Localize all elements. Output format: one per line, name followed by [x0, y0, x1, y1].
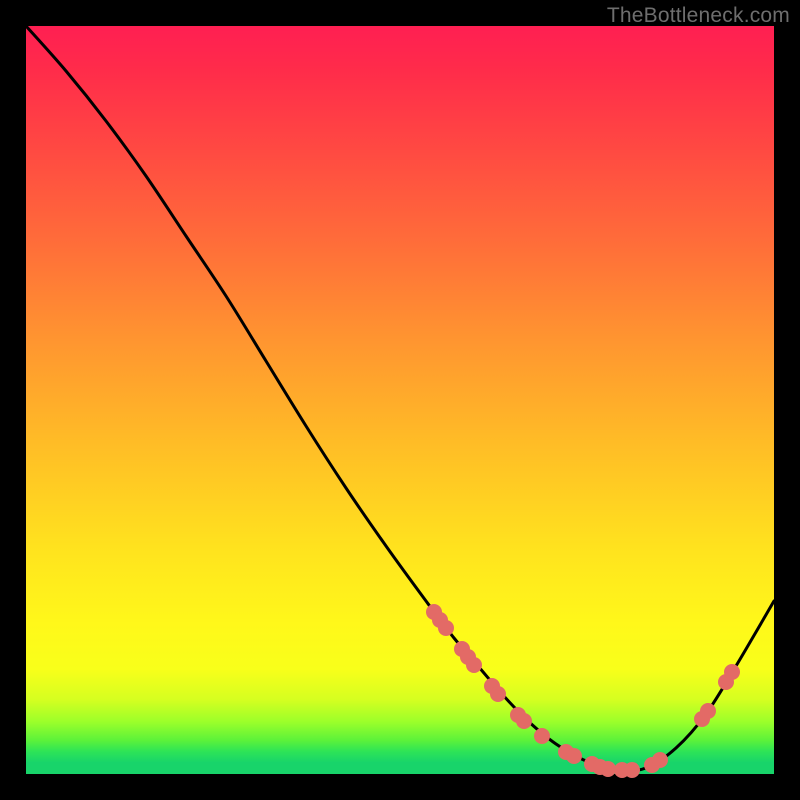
marker-dot: [724, 664, 740, 680]
marker-dot: [516, 713, 532, 729]
chart-stage: TheBottleneck.com: [0, 0, 800, 800]
marker-dot: [466, 657, 482, 673]
marker-dot: [652, 752, 668, 768]
plot-area: [26, 26, 774, 774]
curve-path: [26, 26, 774, 771]
marker-dot: [624, 762, 640, 778]
watermark-text: TheBottleneck.com: [607, 4, 790, 28]
marker-dot: [490, 686, 506, 702]
chart-svg: [26, 26, 774, 774]
marker-dot: [566, 748, 582, 764]
marker-dot: [438, 620, 454, 636]
marker-dot: [534, 728, 550, 744]
marker-group: [426, 604, 740, 778]
marker-dot: [700, 703, 716, 719]
marker-dot: [600, 761, 616, 777]
